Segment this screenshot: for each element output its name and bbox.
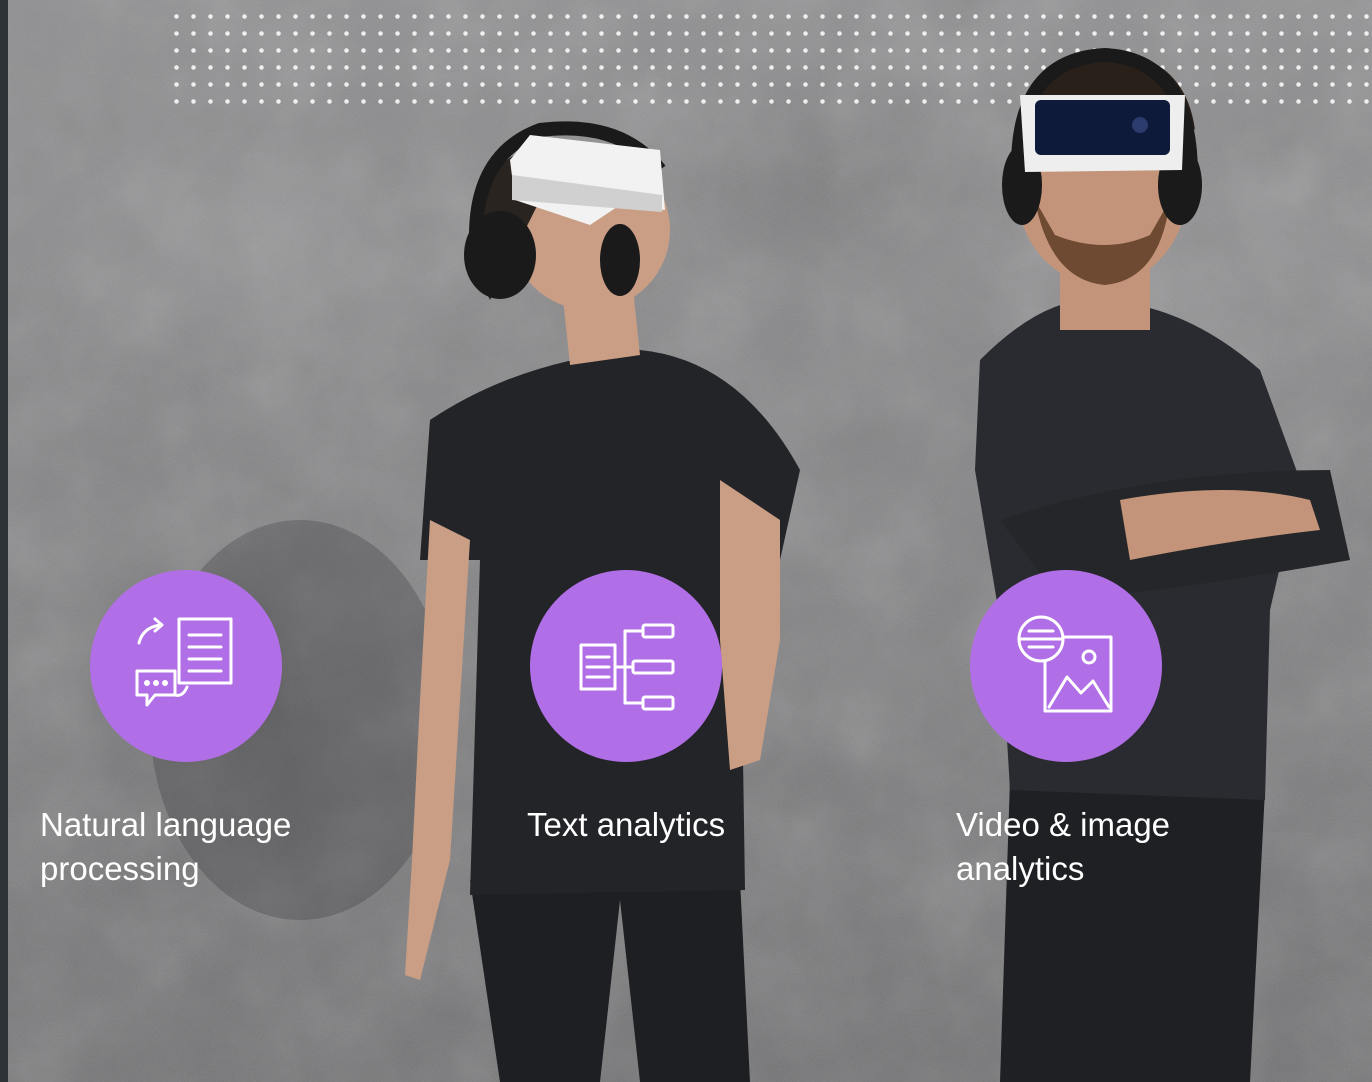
video-image-caption-line1: Video & image — [956, 806, 1171, 843]
chat-document-icon — [135, 617, 233, 707]
person-right-silhouette — [975, 47, 1350, 1082]
nlp-caption-line2: processing — [40, 850, 200, 887]
nlp-icon-circle — [90, 570, 282, 762]
video-image-caption-line2: analytics — [956, 850, 1085, 887]
hero-photo-background: Natural language processing Text analyti… — [0, 0, 1372, 1082]
document-tree-icon — [579, 623, 675, 711]
video-image-icon-circle — [970, 570, 1162, 762]
video-image-caption: Video & image analytics — [956, 803, 1170, 891]
text-analytics-caption: Text analytics — [527, 803, 725, 847]
nlp-caption: Natural language processing — [40, 803, 291, 891]
nlp-caption-line1: Natural language — [40, 806, 292, 843]
text-analytics-icon-circle — [530, 570, 722, 762]
image-analytics-icon — [1017, 615, 1113, 713]
text-analytics-caption-line1: Text analytics — [527, 806, 726, 843]
